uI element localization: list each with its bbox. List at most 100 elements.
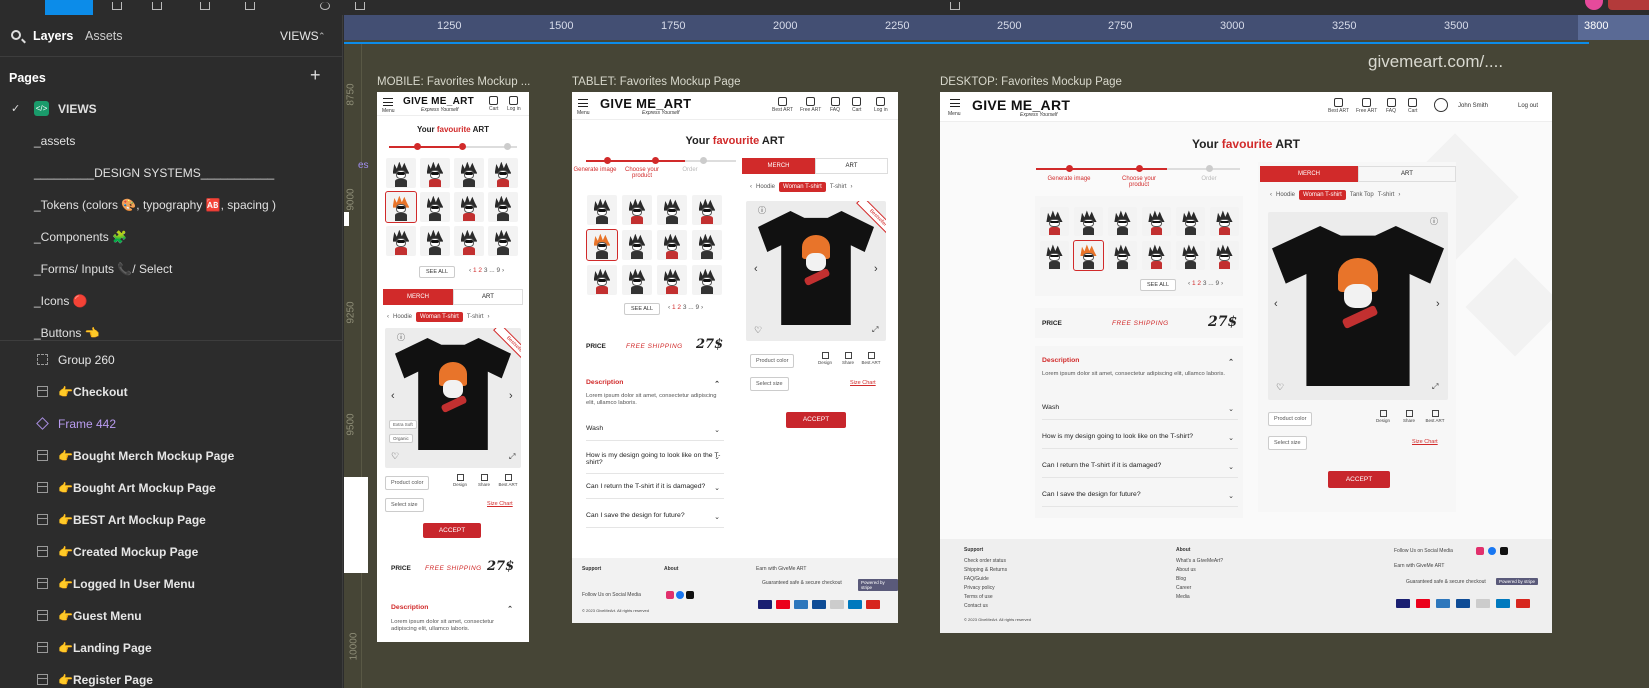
layer-item[interactable]: 👉BEST Art Mockup Page	[0, 505, 342, 535]
offscreen-frame[interactable]	[344, 212, 349, 226]
page-item-forms[interactable]: _Forms/ Inputs 📞/ Select	[0, 255, 342, 283]
page-switcher[interactable]: VIEWS	[280, 29, 319, 43]
footer-about[interactable]: About	[664, 566, 678, 572]
layer-item[interactable]: Frame 442	[0, 409, 342, 439]
facebook-icon[interactable]	[1488, 547, 1496, 555]
art-thumb[interactable]	[657, 230, 687, 260]
description-header[interactable]: Description ⌃	[586, 379, 724, 391]
cart-link[interactable]: Cart	[852, 97, 861, 113]
zoom-icon[interactable]	[950, 2, 960, 10]
frame-label-mobile[interactable]: MOBILE: Favorites Mockup ...	[377, 76, 530, 88]
user-icon[interactable]	[1434, 98, 1448, 112]
expand-icon[interactable]: ⤢	[1432, 382, 1438, 392]
size-chart-link[interactable]: Size Chart	[1412, 439, 1438, 445]
page-2[interactable]: 2	[1197, 280, 1201, 287]
tiktok-icon[interactable]	[1500, 547, 1508, 555]
art-thumb[interactable]	[386, 226, 416, 256]
best-art-button[interactable]: Best ART	[860, 352, 882, 365]
page-item-assets[interactable]: _assets	[0, 127, 342, 155]
share-button[interactable]: Share	[1398, 410, 1420, 423]
page-item-components[interactable]: _Components 🧩	[0, 223, 342, 251]
carousel-next-icon[interactable]: ›	[509, 390, 513, 402]
chip-tshirt[interactable]: T-shirt	[467, 314, 484, 320]
footer-link[interactable]: Privacy policy	[964, 585, 995, 591]
layer-item[interactable]: Group 260	[0, 345, 342, 375]
footer-link[interactable]: Contact us	[964, 603, 988, 609]
cart-link[interactable]: Cart	[1408, 98, 1417, 114]
art-thumb[interactable]	[692, 195, 722, 225]
chevron-left-icon[interactable]: ‹	[750, 184, 752, 190]
art-thumb[interactable]	[488, 226, 518, 256]
see-all-button[interactable]: SEE ALL	[419, 266, 456, 278]
tab-art[interactable]: ART	[815, 158, 888, 174]
size-chart-link[interactable]: Size Chart	[487, 501, 513, 507]
chip-tshirt[interactable]: T-shirt	[1378, 192, 1395, 198]
art-thumb[interactable]	[1210, 207, 1239, 236]
page-1[interactable]: 1	[473, 267, 477, 274]
text-tool-icon[interactable]	[245, 2, 255, 10]
chip-woman-tshirt[interactable]: Woman T-shirt	[779, 182, 826, 192]
user-name[interactable]: John Smith	[1458, 103, 1488, 109]
next-icon[interactable]: ›	[502, 267, 504, 274]
chevron-left-icon[interactable]: ‹	[1270, 192, 1272, 198]
faq-item[interactable]: Wash ⌄	[1042, 404, 1238, 420]
art-thumb[interactable]	[1176, 207, 1205, 236]
tab-assets[interactable]: Assets	[85, 29, 123, 43]
layer-item[interactable]: 👉Landing Page	[0, 633, 342, 663]
prev-icon[interactable]: ‹	[1188, 280, 1190, 287]
faq-link[interactable]: FAQ	[1386, 98, 1396, 114]
page-1[interactable]: 1	[1192, 280, 1196, 287]
page-9[interactable]: 9	[497, 267, 501, 274]
expand-icon[interactable]: ⤢	[872, 325, 878, 335]
design-button[interactable]: Design	[1372, 410, 1394, 423]
chip-tshirt[interactable]: T-shirt	[830, 184, 847, 190]
size-select[interactable]: Select size	[385, 498, 424, 512]
page-9[interactable]: 9	[696, 304, 700, 311]
art-thumb[interactable]	[692, 230, 722, 260]
carousel-next-icon[interactable]: ›	[874, 263, 878, 275]
page-2[interactable]: 2	[677, 304, 681, 311]
footer-link[interactable]: What's a GiveMeArt?	[1176, 558, 1223, 564]
page-3[interactable]: 3	[1203, 280, 1207, 287]
instagram-icon[interactable]	[1476, 547, 1484, 555]
layer-item[interactable]: 👉Checkout	[0, 377, 342, 407]
next-icon[interactable]: ›	[701, 304, 703, 311]
footer-support[interactable]: Support	[582, 566, 601, 572]
art-thumb[interactable]	[488, 192, 518, 222]
tablet-frame[interactable]: Menu GIVE ME_ART Express Yourself Best A…	[572, 92, 898, 623]
frame-label-desktop[interactable]: DESKTOP: Favorites Mockup Page	[940, 76, 1122, 88]
search-icon[interactable]	[11, 30, 21, 40]
art-thumb[interactable]	[454, 226, 484, 256]
tiktok-icon[interactable]	[686, 591, 694, 599]
footer-link[interactable]: About us	[1176, 567, 1196, 573]
share-button[interactable]: Share	[473, 474, 495, 487]
layer-item[interactable]: 👉Created Mockup Page	[0, 537, 342, 567]
art-thumb[interactable]	[657, 265, 687, 295]
chevron-up-icon[interactable]: ⌃	[318, 31, 326, 42]
size-chart-link[interactable]: Size Chart	[850, 380, 876, 386]
share-button[interactable]	[1608, 0, 1649, 10]
faq-link[interactable]: FAQ	[830, 97, 840, 113]
carousel-prev-icon[interactable]: ‹	[1274, 298, 1278, 310]
share-button[interactable]: Share	[837, 352, 859, 365]
see-all-button[interactable]: SEE ALL	[624, 303, 661, 315]
frame-tool-icon[interactable]	[112, 2, 122, 10]
page-3[interactable]: 3	[683, 304, 687, 311]
size-select[interactable]: Select size	[750, 377, 789, 391]
login-link[interactable]: Log in	[874, 97, 888, 113]
page-2[interactable]: 2	[478, 267, 482, 274]
art-thumb[interactable]	[454, 192, 484, 222]
size-select[interactable]: Select size	[1268, 436, 1307, 450]
menu-icon[interactable]	[383, 98, 393, 106]
facebook-icon[interactable]	[676, 591, 684, 599]
art-thumb[interactable]	[1108, 241, 1137, 270]
page-1[interactable]: 1	[672, 304, 676, 311]
carousel-next-icon[interactable]: ›	[1436, 298, 1440, 310]
comment-tool-icon[interactable]	[320, 2, 330, 10]
logout-link[interactable]: Log out	[1518, 103, 1538, 109]
prev-icon[interactable]: ‹	[668, 304, 670, 311]
design-canvas[interactable]: 1250 1500 1750 2000 2250 2500 2750 3000 …	[344, 15, 1649, 688]
art-thumb-selected[interactable]	[586, 229, 618, 261]
footer-earn[interactable]: Earn with GiveMe ART	[756, 566, 806, 572]
mobile-frame[interactable]: Menu GIVE ME_ART Express Yourself Cart L…	[377, 92, 529, 642]
